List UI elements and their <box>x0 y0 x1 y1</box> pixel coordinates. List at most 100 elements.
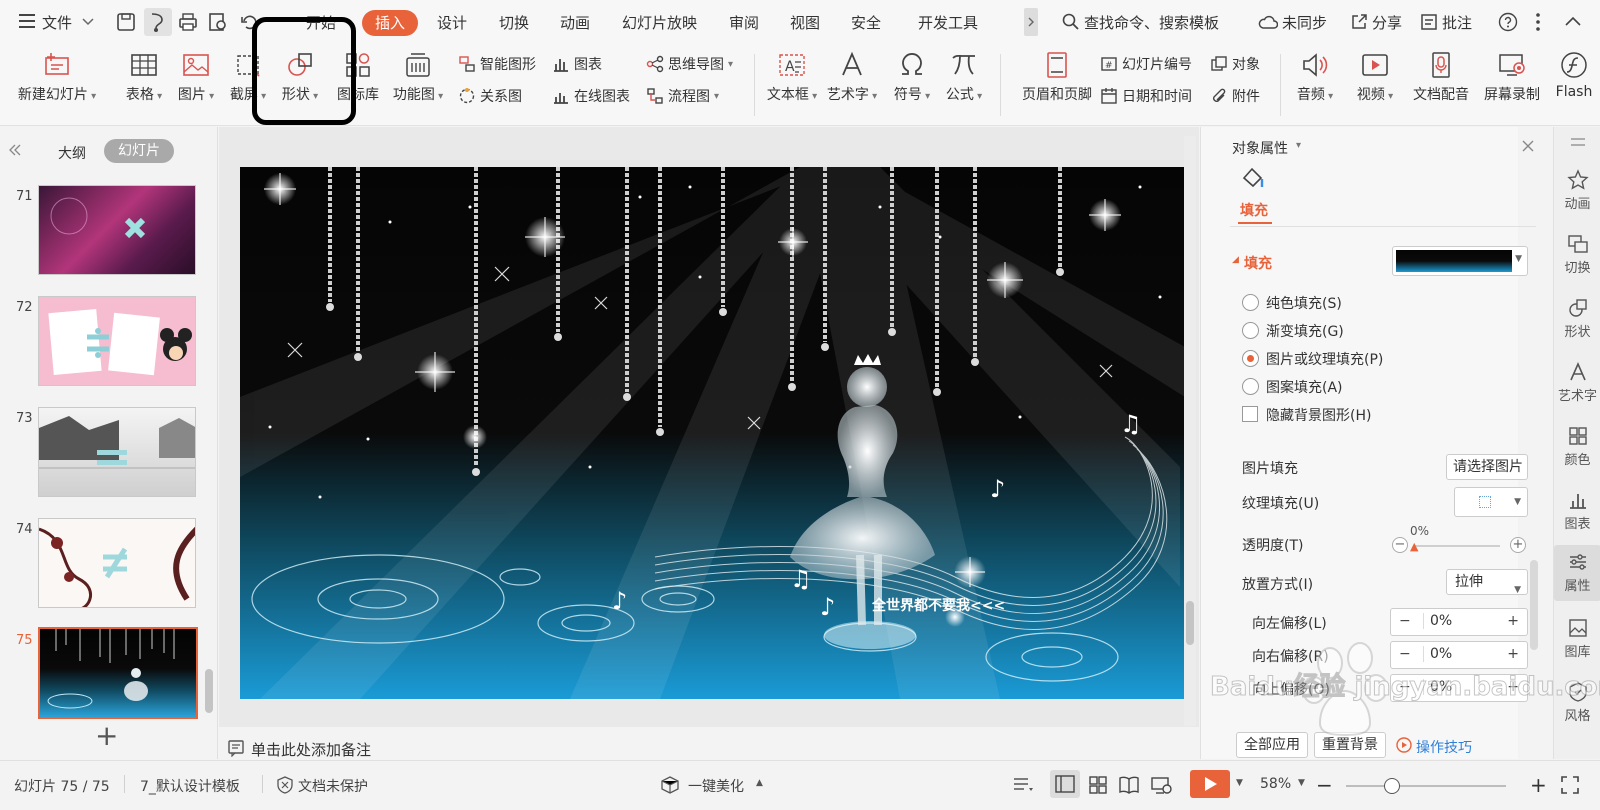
collapse-ribbon-icon[interactable] <box>1565 15 1581 31</box>
protection-status[interactable]: 文档未保护 <box>298 776 368 796</box>
tab-slides[interactable]: 幻灯片 <box>104 139 174 163</box>
slide-thumbnail[interactable] <box>38 185 196 275</box>
table-button[interactable]: 表格 ▾ <box>120 50 168 104</box>
print-preview-icon[interactable] <box>208 12 228 36</box>
sidebar-item-animation[interactable]: 动画 <box>1554 169 1600 212</box>
presenter-view-icon[interactable] <box>1150 775 1172 799</box>
canvas-scrollbar[interactable] <box>1184 136 1196 726</box>
label-hide-bg[interactable]: 隐藏背景图形(H) <box>1266 405 1371 425</box>
slide-number-button[interactable]: # 幻灯片编号 <box>1100 54 1192 74</box>
help-icon[interactable] <box>1498 12 1518 36</box>
new-slide-button[interactable]: 新建幻灯片 ▾ <box>12 50 102 104</box>
close-icon[interactable] <box>1522 140 1534 156</box>
radio-picture-fill[interactable] <box>1242 350 1259 367</box>
texture-dropdown[interactable]: ▼ <box>1454 487 1528 517</box>
formula-button[interactable]: 公式 ▾ <box>938 50 990 104</box>
offset-right-stepper[interactable]: − 0% + <box>1390 641 1528 669</box>
apply-all-button[interactable]: 全部应用 <box>1236 732 1308 758</box>
panel-scrollbar[interactable] <box>1530 560 1538 650</box>
print-icon[interactable] <box>178 12 198 36</box>
notes-bar[interactable]: 单击此处添加备注 <box>219 737 1199 759</box>
radio-gradient-fill[interactable] <box>1242 322 1259 339</box>
search-command-input[interactable]: 查找命令、搜索模板 <box>1084 12 1219 33</box>
tab-review[interactable]: 审阅 <box>729 12 759 33</box>
hide-bg-checkbox[interactable] <box>1242 406 1258 422</box>
offset-up-value[interactable]: 0% <box>1423 679 1501 695</box>
label-solid-fill[interactable]: 纯色填充(S) <box>1266 293 1342 313</box>
tab-transition[interactable]: 切换 <box>499 12 529 33</box>
textbox-button[interactable]: A 文本框 ▾ <box>760 50 824 104</box>
video-button[interactable]: 视频 ▾ <box>1350 50 1400 104</box>
sidebar-item-wordart[interactable]: 艺术字 <box>1554 361 1600 404</box>
minus-icon[interactable]: − <box>1399 679 1411 695</box>
relation-chart-button[interactable]: 关系图 <box>458 86 522 106</box>
sidebar-item-color[interactable]: 颜色 <box>1554 425 1600 468</box>
radio-pattern-fill[interactable] <box>1242 378 1259 395</box>
beautify-icon[interactable] <box>660 776 680 798</box>
datetime-button[interactable]: 日期和时间 <box>1100 86 1192 106</box>
online-chart-button[interactable]: 在线图表 <box>552 86 630 106</box>
offset-left-value[interactable]: 0% <box>1423 613 1501 629</box>
sync-status[interactable]: 未同步 <box>1282 12 1327 33</box>
notes-toggle-icon[interactable] <box>1012 776 1034 798</box>
slide-thumbnail[interactable] <box>38 407 196 497</box>
sidebar-item-transition[interactable]: 切换 <box>1554 233 1600 276</box>
attachment-button[interactable]: 附件 <box>1210 86 1260 106</box>
slide-thumbnail-selected[interactable] <box>38 627 198 719</box>
tab-developer[interactable]: 开发工具 <box>918 12 978 33</box>
offset-right-value[interactable]: 0% <box>1423 646 1501 662</box>
tab-view[interactable]: 视图 <box>790 12 820 33</box>
plus-icon[interactable]: + <box>1507 679 1519 695</box>
screen-record-button[interactable]: 屏幕录制 <box>1478 50 1546 104</box>
label-picture-fill[interactable]: 图片或纹理填充(P) <box>1266 349 1383 369</box>
template-name[interactable]: 7_默认设计模板 <box>140 776 240 796</box>
flash-button[interactable]: Flash <box>1548 50 1600 100</box>
beautify-button[interactable]: 一键美化 <box>688 776 744 796</box>
search-icon[interactable] <box>1062 13 1080 35</box>
tab-insert[interactable]: 插入 <box>362 10 418 36</box>
sidebar-item-chart[interactable]: 图表 <box>1554 489 1600 532</box>
mind-map-button[interactable]: 思维导图 ▾ <box>646 54 733 74</box>
collapse-panel-icon[interactable] <box>8 144 22 160</box>
label-pattern-fill[interactable]: 图案填充(A) <box>1266 377 1343 397</box>
tab-slideshow[interactable]: 幻灯片放映 <box>622 12 697 33</box>
slide-thumbnail[interactable] <box>38 518 196 608</box>
share-button[interactable]: 分享 <box>1372 12 1402 33</box>
placement-dropdown[interactable]: 拉伸 ▼ <box>1446 569 1528 595</box>
minus-icon[interactable]: − <box>1399 646 1411 662</box>
section-collapse-icon[interactable]: ◢ <box>1232 255 1239 265</box>
offset-up-stepper[interactable]: − 0% + <box>1390 674 1528 702</box>
chevron-down-icon[interactable] <box>82 15 94 31</box>
reset-background-button[interactable]: 重置背景 <box>1314 732 1386 758</box>
share-icon[interactable] <box>1350 13 1368 35</box>
tab-security[interactable]: 安全 <box>851 12 881 33</box>
sidebar-item-properties[interactable]: 属性 <box>1554 545 1600 601</box>
tab-animation[interactable]: 动画 <box>560 12 590 33</box>
add-slide-button[interactable]: + <box>95 719 118 752</box>
canvas-scroll-thumb[interactable] <box>1186 601 1194 645</box>
zoom-slider-handle[interactable] <box>1384 778 1400 794</box>
minus-icon[interactable]: − <box>1399 613 1411 629</box>
chart-button[interactable]: 图表 <box>552 54 602 74</box>
symbol-button[interactable]: 符号 ▾ <box>886 50 938 104</box>
radio-solid-fill[interactable] <box>1242 294 1259 311</box>
zoom-in-button[interactable]: + <box>1530 773 1547 797</box>
reading-view-icon[interactable] <box>1118 775 1140 799</box>
fit-window-icon[interactable] <box>1560 775 1580 799</box>
sidebar-item-style[interactable]: 风格 <box>1554 681 1600 724</box>
comment-icon[interactable] <box>1420 13 1438 35</box>
slide-sorter-icon[interactable] <box>1088 775 1108 799</box>
label-gradient-fill[interactable]: 渐变填充(G) <box>1266 321 1344 341</box>
cloud-sync-icon[interactable] <box>1258 13 1279 35</box>
audio-button[interactable]: 音频 ▾ <box>1290 50 1340 104</box>
fill-bucket-icon[interactable] <box>1240 165 1266 195</box>
transparency-slider-track[interactable] <box>1414 545 1500 547</box>
slide-canvas[interactable]: ♫ ♪ ♪ ♪ ♫ 全世界都不要我<<< <box>240 167 1185 699</box>
object-button[interactable]: 对象 <box>1210 54 1260 74</box>
panel-title[interactable]: 对象属性 <box>1232 138 1288 158</box>
choose-picture-button[interactable]: 请选择图片 <box>1446 454 1528 480</box>
tips-link[interactable]: 操作技巧 <box>1416 737 1472 757</box>
format-painter-icon[interactable] <box>144 8 172 36</box>
file-menu[interactable]: 文件 <box>42 12 72 33</box>
sidebar-item-shape[interactable]: 形状 <box>1554 297 1600 340</box>
